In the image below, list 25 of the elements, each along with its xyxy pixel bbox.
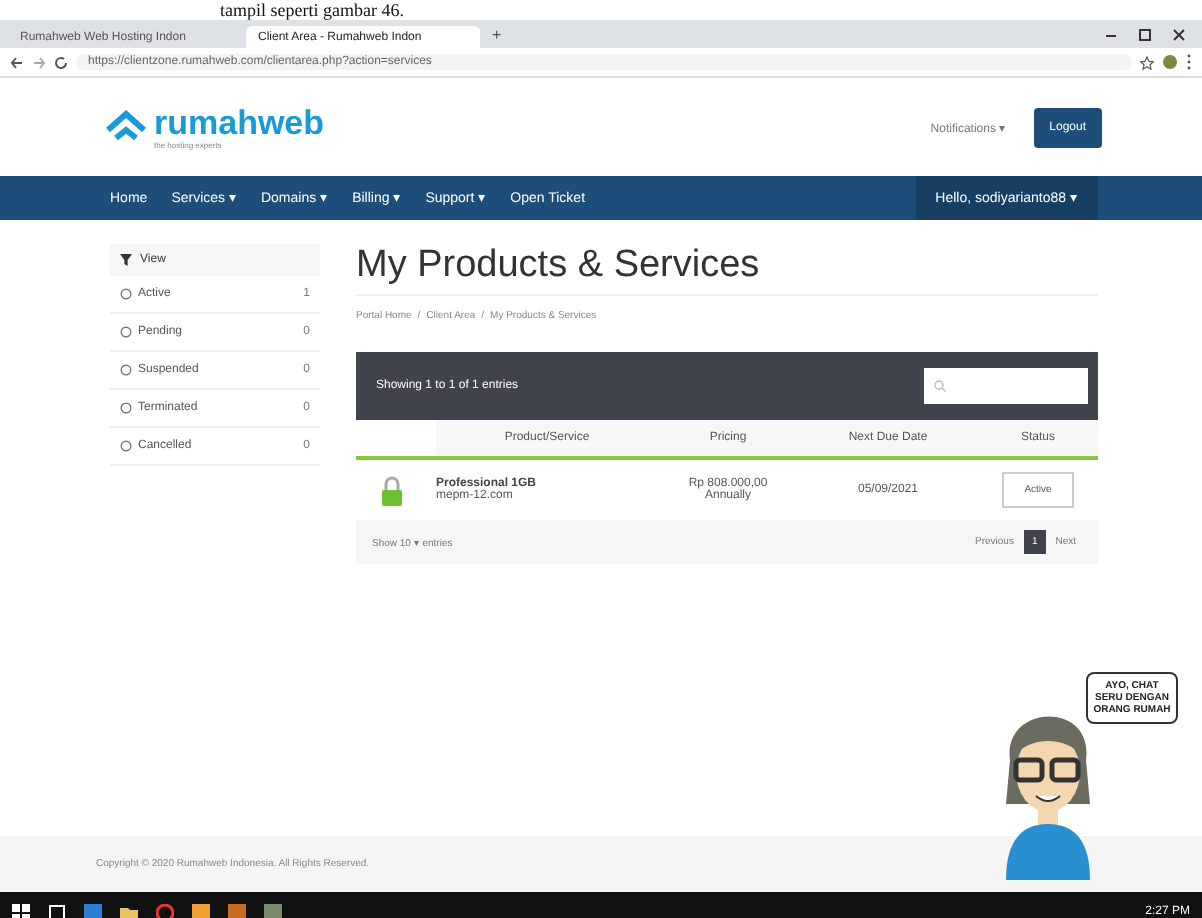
- filter-icon: [120, 254, 132, 266]
- circle-icon: [120, 326, 132, 338]
- new-tab-button[interactable]: +: [484, 25, 510, 43]
- search-field[interactable]: [924, 368, 1088, 404]
- close-icon[interactable]: [1172, 27, 1186, 41]
- folder-icon[interactable]: [120, 903, 138, 918]
- padlock-icon: [380, 475, 404, 505]
- circle-icon: [120, 440, 132, 452]
- circle-icon: [120, 402, 132, 414]
- logo-icon: [104, 109, 148, 145]
- search-icon: [934, 380, 946, 392]
- reload-icon[interactable]: [54, 55, 68, 69]
- profile-avatar-icon[interactable]: [1162, 54, 1178, 70]
- circle-icon: [120, 364, 132, 376]
- star-icon[interactable]: [1140, 55, 1154, 69]
- windows-logo-icon[interactable]: [12, 903, 30, 918]
- logo-text: rumahweb: [154, 105, 325, 139]
- taskbar-app-icon[interactable]: [84, 903, 102, 918]
- task-view-icon[interactable]: [48, 903, 66, 918]
- circle-icon: [120, 288, 132, 300]
- page-title: My Products & Services: [356, 244, 1098, 296]
- restore-icon[interactable]: [1138, 27, 1152, 41]
- menu-icon[interactable]: [1186, 54, 1192, 70]
- back-icon[interactable]: [10, 55, 24, 69]
- document-text: tampil seperti gambar 46.: [218, 0, 406, 20]
